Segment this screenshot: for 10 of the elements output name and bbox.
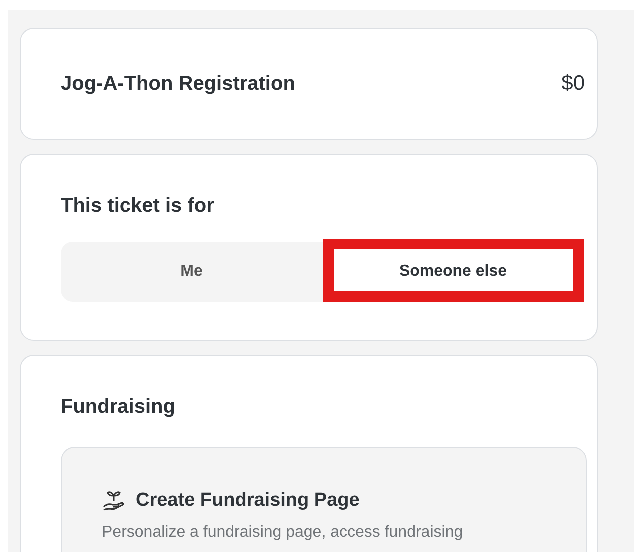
card-description: Personalize a fundraising page, access fundraising: [102, 524, 464, 542]
card-title: Create Fundraising Page: [136, 490, 360, 512]
price-text: $0: [562, 72, 585, 96]
fundraising-card[interactable]: Create Fundraising Page Personalize a fundraising page, access fundraising: [61, 447, 587, 552]
registration-title: Jog-A-Thon Registration: [61, 72, 296, 96]
option-tab[interactable]: Me: [61, 242, 322, 302]
option-tab[interactable]: Someone else: [322, 242, 584, 302]
sprout-hand-icon: [102, 490, 126, 512]
section-heading: Fundraising: [61, 396, 176, 419]
section-heading: This ticket is for: [61, 195, 216, 218]
